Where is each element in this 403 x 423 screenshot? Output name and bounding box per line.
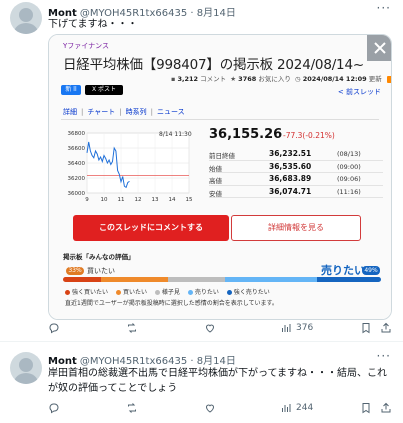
post-1[interactable]: Mont @MYOH45R1tx66435 · 8月14日 ··· 下げてますね… bbox=[0, 0, 403, 340]
chart-x-tick-label: 13 bbox=[152, 197, 159, 203]
evaluation-title: 掲示板「みんなの評価」 bbox=[63, 253, 135, 261]
stat-row: 始値 36,535.60 (09:00) bbox=[209, 161, 383, 173]
sentiment-segment bbox=[225, 277, 318, 282]
views-button[interactable]: 376 bbox=[280, 322, 313, 334]
views-icon bbox=[282, 404, 291, 412]
stock-board-screenshot: Yファイナンス 日経平均株価【998407】の掲示板 2024/08/14~ ▪… bbox=[49, 35, 391, 319]
attached-image[interactable]: Yファイナンス 日経平均株価【998407】の掲示板 2024/08/14~ ▪… bbox=[48, 34, 392, 320]
bookmark-button[interactable] bbox=[360, 402, 372, 414]
views-count: 376 bbox=[296, 323, 314, 333]
comment-icon: ▪ bbox=[171, 75, 176, 83]
close-icon[interactable] bbox=[367, 35, 391, 61]
buy-percent-badge: 33% bbox=[66, 267, 84, 275]
share-icon bbox=[381, 322, 391, 333]
legend-item: 売りたい bbox=[187, 289, 219, 296]
chart-y-tick-label: 36600 bbox=[68, 146, 86, 152]
like-button[interactable] bbox=[204, 402, 216, 414]
comment-thread-button[interactable]: このスレッドにコメントする bbox=[73, 215, 229, 241]
tab-news[interactable]: ニュース bbox=[157, 108, 185, 116]
current-price: 36,155.26 bbox=[209, 127, 283, 142]
clock-icon: ◷ bbox=[294, 75, 301, 83]
x-post-button[interactable]: X ポスト bbox=[85, 85, 123, 95]
chart-y-tick-label: 36800 bbox=[68, 131, 86, 137]
sentiment-segment bbox=[167, 277, 226, 282]
like-icon bbox=[205, 324, 215, 333]
repost-icon bbox=[128, 403, 136, 413]
reply-icon bbox=[49, 403, 59, 414]
post-date[interactable]: 8月14日 bbox=[197, 8, 236, 19]
chart-y-tick-label: 36200 bbox=[68, 176, 86, 182]
sentiment-segment bbox=[63, 277, 102, 282]
chart-x-tick-label: 11 bbox=[118, 197, 125, 203]
price-change: -77.3(-0.21%) bbox=[283, 131, 335, 140]
buy-label: 買いたい bbox=[87, 267, 115, 275]
like-icon bbox=[205, 404, 215, 413]
tab-timeseries[interactable]: 時系列 bbox=[126, 108, 147, 116]
post-text: 岸田首相の総裁選不出馬で日経平均株価が下がってますね・・・結局、これが奴の評価っ… bbox=[48, 368, 387, 394]
post-actions: 376 bbox=[48, 322, 391, 336]
tab-detail[interactable]: 詳細 bbox=[63, 108, 77, 116]
like-button[interactable] bbox=[204, 322, 216, 334]
sell-percent-badge: 49% bbox=[362, 266, 380, 275]
views-count: 244 bbox=[296, 403, 314, 413]
intraday-chart: 36800 36600 36400 36200 360009 10 11 12 13 14 15 bbox=[68, 131, 193, 203]
chart-x-tick-label: 12 bbox=[135, 197, 142, 203]
previous-thread-link[interactable]: < 前スレッド bbox=[338, 87, 381, 97]
sentiment-segment bbox=[101, 277, 168, 282]
share-new-button[interactable]: 新 ll bbox=[61, 85, 81, 95]
legend-item: 強く買いたい bbox=[65, 289, 108, 296]
bookmark-icon bbox=[362, 403, 370, 414]
share-button[interactable] bbox=[380, 402, 392, 414]
legend-item: 買いたい bbox=[115, 289, 147, 296]
tab-divider bbox=[61, 119, 379, 120]
tab-chart[interactable]: チャート bbox=[87, 108, 115, 116]
bookmark-icon bbox=[362, 323, 370, 334]
board-title: 日経平均株価【998407】の掲示板 2024/08/14~ bbox=[63, 57, 364, 73]
share-icon bbox=[381, 402, 391, 413]
repost-icon bbox=[128, 323, 136, 333]
sentiment-bar bbox=[63, 277, 381, 282]
stat-row: 前日終値 36,232.51 (08/13) bbox=[209, 148, 383, 161]
post-header: Mont @MYOH45R1tx66435 · 8月14日 bbox=[48, 352, 236, 367]
evaluation-footnote: 直近1週間でユーザーが掲示板投稿時に選択した感情の割合を表示しています。 bbox=[65, 300, 278, 307]
avatar[interactable] bbox=[10, 2, 42, 34]
yahoo-finance-logo: Yファイナンス bbox=[63, 42, 109, 50]
chart-y-tick-label: 36000 bbox=[68, 191, 86, 197]
chart-x-tick-label: 9 bbox=[85, 197, 89, 203]
post-text: 下げてますね・・・ bbox=[48, 19, 138, 30]
separator-dot: · bbox=[190, 8, 194, 19]
chart-x-tick-label: 15 bbox=[186, 197, 193, 203]
legend-item: 強く売りたい bbox=[226, 289, 270, 296]
post-actions: 244 bbox=[48, 402, 391, 416]
views-icon bbox=[282, 324, 291, 332]
repost-button[interactable] bbox=[126, 322, 138, 334]
stat-row: 安値 36,074.71 (11:16) bbox=[209, 186, 383, 198]
chart-x-tick-label: 10 bbox=[101, 197, 108, 203]
more-options-icon[interactable]: ··· bbox=[377, 1, 391, 15]
post-2[interactable]: Mont @MYOH45R1tx66435 · 8月14日 ··· 岸田首相の総… bbox=[0, 342, 403, 423]
avatar[interactable] bbox=[10, 352, 42, 384]
chart-y-tick-label: 36400 bbox=[68, 161, 86, 167]
bookmark-button[interactable] bbox=[360, 322, 372, 334]
legend-item: 様子見 bbox=[154, 289, 180, 296]
reply-button[interactable] bbox=[48, 322, 60, 334]
share-button[interactable] bbox=[380, 322, 392, 334]
more-options-icon[interactable]: ··· bbox=[377, 349, 391, 363]
views-button[interactable]: 244 bbox=[280, 402, 313, 414]
sell-label: 売りたい bbox=[321, 264, 365, 277]
repost-button[interactable] bbox=[126, 402, 138, 414]
reply-button[interactable] bbox=[48, 402, 60, 414]
reply-icon bbox=[49, 323, 59, 334]
price-stats: 前日終値 36,232.51 (08/13) 始値 36,535.60 (09:00) … bbox=[209, 148, 383, 198]
sentiment-legend: 強く買いたい 買いたい 様子見 売りたい 強く売りたい bbox=[65, 287, 276, 296]
view-details-button[interactable]: 詳細情報を見る bbox=[231, 215, 361, 241]
stat-row: 高値 36,683.89 (09:06) bbox=[209, 173, 383, 186]
sentiment-segment bbox=[317, 277, 381, 282]
chart-timestamp: 8/14 11:30 bbox=[159, 131, 192, 138]
board-meta: ▪ 3,212 コメント ★ 3768 お気に入り ◷ 2024/08/14 1… bbox=[171, 73, 391, 83]
rss-icon[interactable] bbox=[386, 75, 391, 83]
board-tabs: 詳細 | チャート | 時系列 | ニュース bbox=[63, 108, 185, 116]
star-icon: ★ bbox=[230, 75, 237, 83]
chart-x-tick-label: 14 bbox=[169, 197, 176, 203]
